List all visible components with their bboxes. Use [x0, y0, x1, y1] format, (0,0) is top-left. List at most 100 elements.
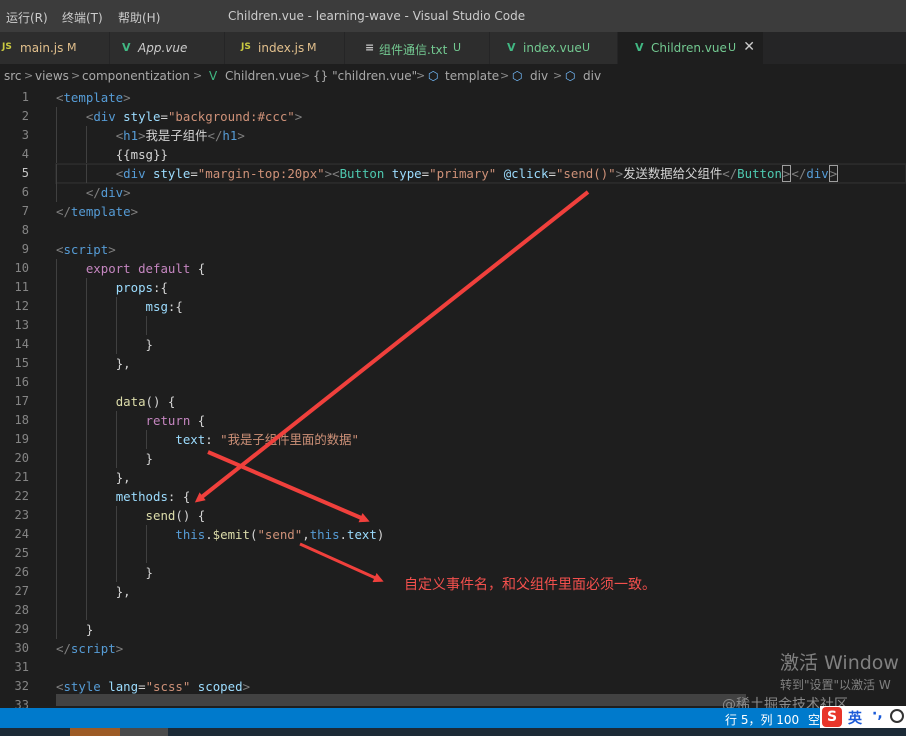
breadcrumb-item[interactable]: template — [445, 69, 499, 83]
code-line-23: send() { — [56, 506, 906, 525]
code-line-20: } — [56, 449, 906, 468]
activation-watermark-hint: 转到"设置"以激活 W — [780, 678, 891, 692]
code-line-17: data() { — [56, 392, 906, 411]
taskbar-app[interactable] — [120, 728, 168, 736]
line-number: 30 — [14, 641, 29, 655]
cursor-position[interactable]: 行 5，列 100 — [725, 711, 799, 728]
tab-status: U — [728, 41, 737, 54]
breadcrumb-item[interactable]: src — [4, 69, 22, 83]
close-icon[interactable]: ✕ — [743, 39, 755, 55]
code-line-22: methods: { — [56, 487, 906, 506]
javascript-file-icon: JS — [2, 42, 12, 52]
code-line-21: }, — [56, 468, 906, 487]
line-number: 25 — [14, 546, 29, 560]
ime-mode[interactable]: 英 — [848, 708, 862, 728]
code-line-18: return { — [56, 411, 906, 430]
line-number: 1 — [21, 90, 29, 104]
input-method-bar[interactable]: S 英 ·, — [820, 706, 906, 728]
line-number: 10 — [14, 261, 29, 275]
tab-app-vue[interactable]: V App.vue — [110, 32, 225, 64]
line-number: 13 — [14, 318, 29, 332]
line-number: 3 — [21, 128, 29, 142]
line-number: 12 — [14, 299, 29, 313]
line-number: 8 — [21, 223, 29, 237]
vue-file-icon: V — [209, 69, 218, 83]
code-line-14: } — [56, 335, 906, 354]
activation-watermark: 激活 Window — [780, 652, 899, 674]
breadcrumb-separator: > — [24, 69, 34, 82]
vue-file-icon: V — [507, 41, 516, 54]
breadcrumb-separator: > — [416, 69, 426, 82]
code-line-28 — [56, 601, 906, 620]
tab-label: 组件通信.txt — [379, 43, 448, 57]
tab-status: M — [307, 41, 317, 54]
line-number: 20 — [14, 451, 29, 465]
ime-settings-icon[interactable] — [890, 709, 904, 723]
code-line-1: <template> — [56, 90, 131, 105]
text-file-icon: ≡ — [365, 41, 375, 54]
taskbar — [0, 728, 906, 736]
breadcrumb-item[interactable]: div — [583, 69, 601, 83]
title-bar: 运行(R) 终端(T) 帮助(H) Children.vue - learnin… — [0, 0, 906, 32]
tab-label: index.js — [258, 41, 305, 55]
editor-tabs: JS main.js M V App.vue JS index.js M ≡ 组… — [0, 32, 906, 64]
code-line-16 — [56, 373, 906, 392]
breadcrumb-item[interactable]: Children.vue — [225, 69, 301, 83]
code-editor[interactable]: <template> <div style="background:#ccc">… — [55, 88, 906, 708]
menu-help[interactable]: 帮助(H) — [118, 9, 160, 26]
window-title: Children.vue - learning-wave - Visual St… — [228, 9, 526, 23]
line-number: 19 — [14, 432, 29, 446]
line-number: 4 — [21, 147, 29, 161]
code-line-4: {{msg}} — [56, 145, 906, 164]
line-number: 16 — [14, 375, 29, 389]
ime-punctuation[interactable]: ·, — [872, 706, 883, 722]
code-line-12: msg:{ — [56, 297, 906, 316]
line-number: 32 — [14, 679, 29, 693]
code-line-29: } — [56, 620, 906, 639]
line-number: 17 — [14, 394, 29, 408]
javascript-file-icon: JS — [241, 42, 251, 52]
code-line-3: <h1>我是子组件</h1> — [56, 126, 906, 145]
line-number: 27 — [14, 584, 29, 598]
line-number: 14 — [14, 337, 29, 351]
tab-index-vue[interactable]: V index.vue U — [490, 32, 618, 64]
menu-terminal[interactable]: 终端(T) — [62, 9, 103, 26]
horizontal-scrollbar[interactable] — [56, 694, 746, 706]
tab-status: U — [453, 41, 462, 54]
line-number: 29 — [14, 622, 29, 636]
indentation-status[interactable]: 空 — [808, 711, 820, 728]
tab-children-vue[interactable]: V Children.vue U ✕ — [618, 32, 764, 64]
line-number-gutter: 1 2 3 4 5 6 7 8 9 10 11 12 13 14 15 16 17 18 19 20 21 22 23 24 2… — [0, 88, 40, 712]
line-number: 6 — [21, 185, 29, 199]
breadcrumb-item[interactable]: {} "children.vue" — [313, 69, 417, 83]
line-number: 7 — [21, 204, 29, 218]
code-line-13 — [56, 316, 906, 335]
element-icon: ⬡ — [512, 69, 523, 83]
line-number: 31 — [14, 660, 29, 674]
tab-status: M — [67, 41, 77, 54]
breadcrumb-item[interactable]: componentization — [82, 69, 190, 83]
tab-components-txt[interactable]: ≡ 组件通信.txt U — [345, 32, 490, 64]
tab-label: App.vue — [138, 41, 188, 55]
code-line-5: <div style="margin-top:20px"><Button typ… — [55, 163, 906, 184]
menu-run[interactable]: 运行(R) — [6, 9, 48, 26]
tab-index-js[interactable]: JS index.js M — [225, 32, 345, 64]
breadcrumb-separator: > — [301, 69, 311, 82]
tab-main-js[interactable]: JS main.js M — [0, 32, 110, 64]
line-number: 18 — [14, 413, 29, 427]
code-line-7: </template> — [56, 204, 139, 219]
line-number: 5 — [21, 166, 29, 180]
code-line-30: </script> — [56, 641, 124, 656]
breadcrumb-item[interactable]: div — [530, 69, 548, 83]
vue-file-icon: V — [122, 41, 131, 54]
code-line-2: <div style="background:#ccc"> — [56, 107, 906, 126]
breadcrumb-separator: > — [193, 69, 203, 82]
tab-status: U — [582, 41, 591, 54]
breadcrumb-item[interactable]: views — [35, 69, 69, 83]
line-number: 15 — [14, 356, 29, 370]
taskbar-app[interactable] — [70, 728, 120, 736]
element-icon: ⬡ — [565, 69, 576, 83]
tab-label: main.js — [20, 41, 64, 55]
